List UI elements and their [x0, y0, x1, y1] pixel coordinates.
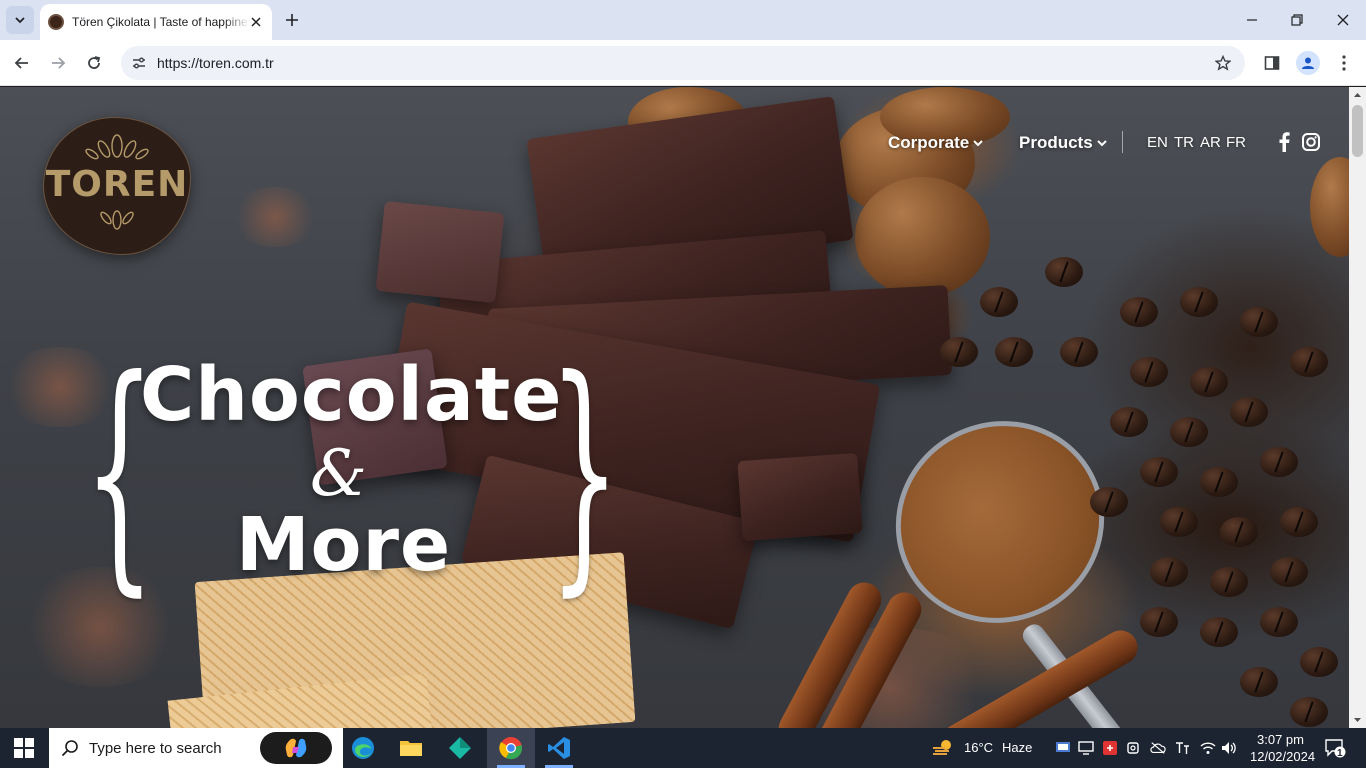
logo-text: TOREN: [45, 164, 189, 205]
back-button[interactable]: [8, 49, 36, 77]
chevron-down-icon: [973, 140, 983, 147]
taskbar-vscode[interactable]: [535, 728, 583, 768]
tray-red-app-icon[interactable]: [1102, 740, 1118, 756]
folder-icon: [400, 741, 422, 756]
nav-corporate-label: Corporate: [888, 133, 970, 152]
weather-desc[interactable]: Haze: [1002, 740, 1032, 755]
tray-camera-icon[interactable]: [1126, 740, 1142, 756]
page-scrollbar[interactable]: [1349, 87, 1366, 728]
page-viewport: TOREN Corporate Products EN TR AR FR { }…: [0, 87, 1349, 728]
weather-haze-icon[interactable]: [932, 738, 954, 758]
scroll-up-arrow-icon[interactable]: [1353, 91, 1362, 100]
taskbar: Type here to search 16°C Haze 3:07 pm 12…: [0, 728, 1366, 768]
cocoa-leaf-ornament-icon: [85, 134, 149, 160]
restore-icon: [1291, 14, 1303, 26]
taskbar-edge[interactable]: [339, 728, 387, 768]
more-vertical-icon: [1342, 55, 1346, 71]
notification-count: 1: [1337, 748, 1343, 759]
taskbar-chrome[interactable]: [487, 728, 535, 768]
side-panel-button[interactable]: [1258, 49, 1286, 77]
clock-date[interactable]: 12/02/2024: [1250, 749, 1315, 764]
search-placeholder: Type here to search: [89, 739, 222, 757]
new-tab-button[interactable]: [282, 10, 302, 30]
hero-ampersand: &: [310, 437, 367, 511]
browser-toolbar: https://toren.com.tr: [0, 40, 1366, 86]
browser-menu-button[interactable]: [1330, 49, 1358, 77]
scrollbar-thumb[interactable]: [1352, 105, 1363, 157]
taskbar-file-explorer[interactable]: [387, 728, 435, 768]
chevron-down-icon: [1096, 140, 1107, 147]
plus-icon: [286, 14, 298, 26]
forward-button[interactable]: [44, 49, 72, 77]
tab-title: Tören Çikolata | Taste of happiness: [72, 15, 250, 29]
scroll-down-arrow-icon[interactable]: [1353, 715, 1362, 724]
nav-products[interactable]: Products: [1019, 133, 1107, 153]
minimize-icon: [1247, 19, 1257, 21]
lang-en[interactable]: EN: [1147, 134, 1168, 151]
instagram-icon[interactable]: [1300, 131, 1322, 153]
side-panel-icon: [1264, 56, 1280, 70]
reload-icon: [88, 56, 101, 69]
diamond-app-icon: [449, 737, 471, 759]
person-icon: [1302, 57, 1314, 69]
profile-avatar[interactable]: [1296, 51, 1320, 75]
arrow-right-icon: [52, 57, 66, 69]
url-text: https://toren.com.tr: [157, 55, 274, 71]
toren-logo[interactable]: TOREN: [44, 118, 190, 254]
tray-app-icon[interactable]: [1055, 740, 1071, 756]
windows-start-icon[interactable]: [14, 738, 34, 758]
search-icon: [61, 740, 78, 757]
toren-favicon-icon: [48, 14, 64, 30]
facebook-icon[interactable]: [1273, 131, 1295, 153]
nav-divider: [1122, 131, 1123, 153]
clock-time[interactable]: 3:07 pm: [1257, 732, 1304, 747]
tab-bar: Tören Çikolata | Taste of happiness: [0, 0, 1366, 40]
browser-tab[interactable]: Tören Çikolata | Taste of happiness: [40, 4, 272, 40]
vscode-icon: [548, 737, 570, 759]
tray-ime-icon[interactable]: [1174, 740, 1190, 756]
close-window-button[interactable]: [1328, 6, 1358, 34]
restore-button[interactable]: [1282, 6, 1312, 34]
tray-display-icon[interactable]: [1078, 740, 1094, 756]
minimize-button[interactable]: [1237, 6, 1267, 34]
site-info-icon[interactable]: [129, 53, 149, 73]
hero-title-line2: More: [236, 502, 452, 588]
nav-products-label: Products: [1019, 133, 1093, 152]
lang-tr[interactable]: TR: [1174, 134, 1194, 151]
close-tab-icon[interactable]: [248, 14, 264, 30]
lang-ar[interactable]: AR: [1200, 134, 1221, 151]
copilot-icon: [285, 738, 307, 758]
copilot-button[interactable]: [260, 732, 332, 764]
reload-button[interactable]: [80, 49, 108, 77]
volume-icon[interactable]: [1221, 740, 1237, 756]
lang-fr[interactable]: FR: [1226, 134, 1246, 151]
wifi-icon[interactable]: [1200, 740, 1216, 756]
taskbar-app-diamond[interactable]: [436, 728, 484, 768]
chrome-icon: [499, 737, 522, 760]
close-icon: [1337, 14, 1349, 26]
cocoa-bean-ornament-icon: [100, 210, 134, 230]
tab-search-button[interactable]: [6, 6, 34, 34]
bookmark-star-icon[interactable]: [1213, 53, 1233, 73]
edge-icon: [352, 737, 374, 759]
chevron-down-icon: [15, 17, 25, 24]
tray-cloud-icon[interactable]: [1150, 740, 1166, 756]
weather-temp[interactable]: 16°C: [964, 740, 993, 755]
hero-title-line1: Chocolate: [140, 352, 563, 438]
nav-corporate[interactable]: Corporate: [888, 133, 983, 153]
address-bar[interactable]: https://toren.com.tr: [121, 46, 1245, 80]
arrow-left-icon: [14, 57, 28, 69]
